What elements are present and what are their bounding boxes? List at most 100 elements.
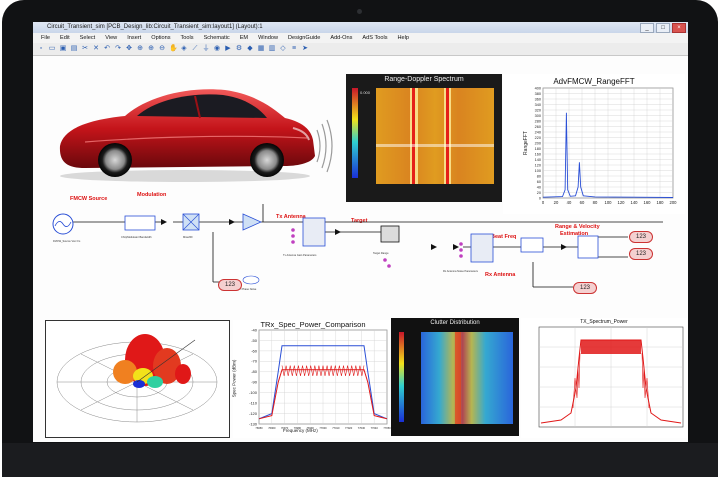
layout-icon[interactable]: ▥ [268, 45, 276, 53]
ground-icon[interactable]: ⏚ [202, 45, 210, 53]
fft-y-tick: 80 [537, 174, 541, 178]
zoom-in-icon[interactable]: ⊕ [147, 45, 155, 53]
menu-designguide[interactable]: DesignGuide [283, 33, 325, 43]
toolbar: ▫ ▭ ▣ ▤ ✂ ✕ ↶ ↷ ✥ ⊕ ⊕ ⊖ ✋ ◈ ⟋ ⏚ ◉ ▶ ⚙ ◆ ▦ ▥ ◇ ≡ ➤ [33, 43, 688, 56]
trx-x-tick: 77020 [345, 426, 353, 430]
arrow-icon[interactable]: ➤ [301, 45, 309, 53]
close-button[interactable]: × [672, 23, 686, 33]
trx-y-tick: -120 [249, 411, 258, 416]
fft-y-tick: 180 [535, 147, 541, 151]
minimize-button[interactable]: _ [640, 23, 654, 33]
svg-text:ChirpModulator Bandwidth: ChirpModulator Bandwidth [121, 235, 152, 239]
menu-insert[interactable]: Insert [122, 33, 146, 43]
tx-spectrum-plot [538, 326, 684, 428]
fft-y-tick: 100 [535, 169, 541, 173]
trx-x-tick: 77040 [371, 426, 379, 430]
clutter-panel: Clutter Distribution [391, 318, 519, 436]
trx-ylabel: Spec Power (dBm) [231, 359, 237, 398]
modulation-block[interactable] [124, 215, 156, 231]
node-value-badge[interactable]: 123 [629, 231, 653, 243]
tune-icon[interactable]: ⚙ [235, 45, 243, 53]
node-value-badge[interactable]: 123 [629, 248, 653, 260]
fft-ylabel: RangeFFT [523, 131, 529, 155]
rx-antenna-block[interactable] [470, 233, 494, 263]
param-icon[interactable]: ≡ [290, 45, 298, 53]
fft-y-tick: 380 [535, 92, 541, 96]
svg-text:MixerRF: MixerRF [183, 235, 193, 239]
trx-y-tick: -70 [251, 359, 258, 364]
symbol-icon[interactable]: ◇ [279, 45, 287, 53]
redo-icon[interactable]: ↷ [114, 45, 122, 53]
menu-schematic[interactable]: Schematic [199, 33, 235, 43]
component-icon[interactable]: ◈ [180, 45, 188, 53]
trx-x-tick: 77010 [332, 426, 340, 430]
title-bar: Circuit_Transient_sim [PCB_Design_lib:Ci… [33, 22, 688, 33]
pan-icon[interactable]: ✋ [169, 45, 178, 53]
fft-y-tick: 40 [537, 185, 541, 189]
zoom-out-icon[interactable]: ⊖ [158, 45, 166, 53]
port-icon[interactable]: ◉ [213, 45, 221, 53]
clutter-plot [399, 332, 513, 424]
fft-y-tick: 220 [535, 136, 541, 140]
tx-spectrum-panel: TX_Spectrum_Power [521, 318, 687, 438]
svg-text:Tx Antenna Gain Parameters: Tx Antenna Gain Parameters [283, 253, 317, 257]
node-value-badge[interactable]: 123 [218, 279, 242, 291]
menu-options[interactable]: Options [146, 33, 175, 43]
cut-icon[interactable]: ✂ [81, 45, 89, 53]
estimation-block[interactable] [577, 235, 599, 259]
fft-y-tick: 120 [535, 163, 541, 167]
new-icon[interactable]: ▫ [37, 45, 45, 53]
delete-icon[interactable]: ✕ [92, 45, 100, 53]
zoom-icon[interactable]: ⊕ [136, 45, 144, 53]
menu-ads-tools[interactable]: AdS Tools [357, 33, 392, 43]
trx-y-tick: -80 [251, 369, 258, 374]
menu-bar: File Edit Select View Insert Options Too… [33, 33, 688, 43]
print-icon[interactable]: ▤ [70, 45, 78, 53]
data-icon[interactable]: ▦ [257, 45, 265, 53]
fft-y-tick: 320 [535, 108, 541, 112]
menu-file[interactable]: File [36, 33, 55, 43]
wire-icon[interactable]: ⟋ [191, 45, 199, 53]
trx-x-tick: 77000 [319, 426, 327, 430]
save-icon[interactable]: ▣ [59, 45, 67, 53]
undo-icon[interactable]: ↶ [103, 45, 111, 53]
open-icon[interactable]: ▭ [48, 45, 56, 53]
menu-em[interactable]: EM [235, 33, 253, 43]
trx-power-plot: -40 -50 -60 -70 -80 -90 -100 -110 -120 -13076950 7… [249, 327, 391, 430]
trx-y-tick: -90 [251, 380, 258, 385]
target-block[interactable] [380, 225, 400, 243]
tx-antenna-block[interactable] [302, 217, 326, 247]
optimize-icon[interactable]: ◆ [246, 45, 254, 53]
range-doppler-plot: 0.000 [352, 88, 494, 184]
fft-y-tick: 160 [535, 152, 541, 156]
trx-y-tick: -100 [249, 390, 258, 395]
laptop-chin [2, 443, 718, 477]
trx-y-tick: -60 [251, 348, 258, 353]
window-title: Circuit_Transient_sim [PCB_Design_lib:Ci… [47, 24, 263, 30]
trx-x-tick: 76960 [268, 426, 276, 430]
amplifier-block[interactable] [242, 213, 262, 231]
maximize-button[interactable]: □ [656, 23, 670, 33]
fft-y-tick: 240 [535, 130, 541, 134]
menu-edit[interactable]: Edit [55, 33, 75, 43]
svg-text:Target Range: Target Range [373, 251, 389, 255]
app-window: Circuit_Transient_sim [PCB_Design_lib:Ci… [33, 22, 688, 442]
menu-view[interactable]: View [100, 33, 122, 43]
trx-x-tick: 77030 [358, 426, 366, 430]
node-value-badge[interactable]: 123 [573, 282, 597, 294]
fft-y-tick: 140 [535, 158, 541, 162]
trx-power-panel: TRx_Spec_Power_Comparison -40 -50 -60 -70 -8… [231, 320, 393, 438]
beat-freq-block[interactable] [520, 237, 544, 253]
menu-select[interactable]: Select [75, 33, 101, 43]
range-doppler-panel: Range-Doppler Spectrum 0.000 [346, 74, 502, 202]
svg-text:Rx Antenna Noise Parameters: Rx Antenna Noise Parameters [443, 269, 479, 273]
menu-window[interactable]: Window [253, 33, 283, 43]
simulate-icon[interactable]: ▶ [224, 45, 232, 53]
trx-y-tick: -40 [251, 327, 258, 332]
fft-y-tick: 200 [535, 141, 541, 145]
menu-tools[interactable]: Tools [176, 33, 199, 43]
car-illustration [59, 89, 333, 182]
menu-help[interactable]: Help [393, 33, 415, 43]
move-icon[interactable]: ✥ [125, 45, 133, 53]
menu-add-ons[interactable]: Add-Ons [325, 33, 357, 43]
